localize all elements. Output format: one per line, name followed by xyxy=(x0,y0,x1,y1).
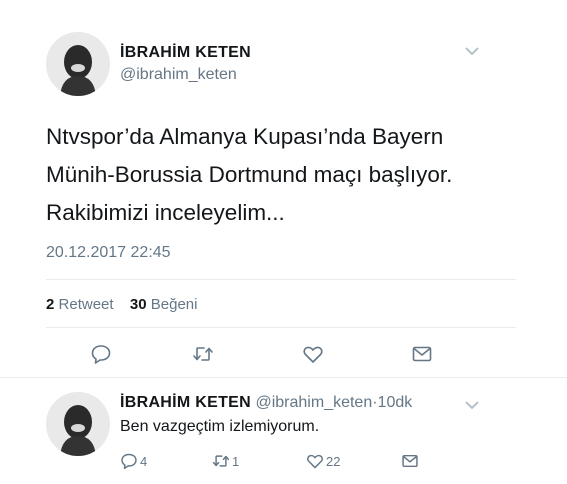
retweet-action[interactable]: 1 xyxy=(212,452,239,470)
reply-icon[interactable] xyxy=(120,452,138,470)
like-icon[interactable] xyxy=(306,452,324,470)
avatar[interactable] xyxy=(46,32,110,96)
divider xyxy=(0,377,567,378)
divider xyxy=(46,279,516,280)
reply-text: Ben vazgeçtim izlemiyorum. xyxy=(120,418,320,435)
divider xyxy=(46,327,516,328)
chevron-down-icon[interactable] xyxy=(464,398,480,410)
avatar[interactable] xyxy=(46,392,110,456)
handle[interactable]: @ibrahim_keten xyxy=(255,394,372,411)
like-count: 22 xyxy=(326,453,341,469)
display-name[interactable]: İBRAHİM KETEN xyxy=(120,394,251,411)
handle[interactable]: @ibrahim_keten xyxy=(120,66,237,84)
message-action[interactable] xyxy=(401,452,419,470)
main-tweet: İBRAHİM KETEN @ibrahim_keten Ntvspor’da … xyxy=(0,0,567,378)
retweet-count: 1 xyxy=(232,453,240,469)
reply-count: 4 xyxy=(140,453,148,469)
engagement-stats: 2 Retweet 30 Beğeni xyxy=(46,296,197,313)
chevron-down-icon[interactable] xyxy=(464,44,480,56)
reply-action[interactable]: 4 xyxy=(120,452,147,470)
reply-icon[interactable] xyxy=(90,343,112,365)
retweet-label[interactable]: Retweet xyxy=(59,296,114,313)
like-icon[interactable] xyxy=(302,343,324,365)
like-label[interactable]: Beğeni xyxy=(151,296,198,313)
time-ago[interactable]: 10dk xyxy=(378,394,413,411)
like-count[interactable]: 30 xyxy=(130,296,147,313)
message-icon[interactable] xyxy=(411,343,433,365)
like-action[interactable]: 22 xyxy=(306,452,340,470)
tweet-text: Ntvspor’da Almanya Kupası’nda Bayern Mün… xyxy=(46,124,453,225)
avatar-photo xyxy=(46,32,110,96)
avatar-photo xyxy=(46,392,110,456)
display-name[interactable]: İBRAHİM KETEN xyxy=(120,44,251,62)
retweet-icon[interactable] xyxy=(192,343,214,365)
retweet-count[interactable]: 2 xyxy=(46,296,54,313)
message-icon[interactable] xyxy=(401,452,419,470)
timestamp[interactable]: 20.12.2017 22:45 xyxy=(46,244,171,262)
retweet-icon[interactable] xyxy=(212,452,230,470)
reply-header: İBRAHİM KETEN @ibrahim_keten·10dk xyxy=(120,394,412,412)
